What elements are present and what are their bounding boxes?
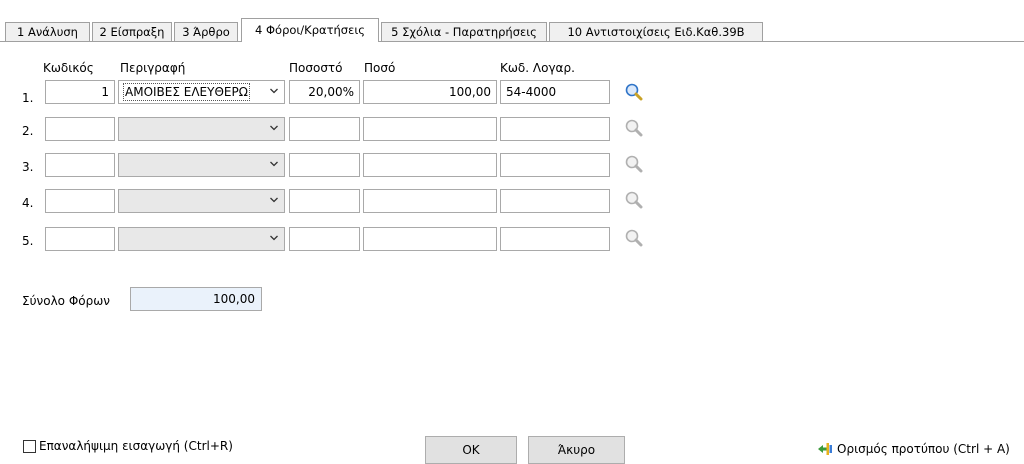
column-header-amount: Ποσό [364,61,396,75]
chevron-down-icon [270,125,278,131]
chevron-down-icon [270,88,278,94]
tab-bar: 1 Ανάλυση 2 Είσπραξη 3 Άρθρο 4 Φόροι/Κρα… [0,0,1024,42]
define-template-label: Ορισμός προτύπου (Ctrl + A) [837,442,1010,456]
column-header-code: Κωδικός [43,61,94,75]
chevron-down-icon [270,235,278,241]
amount-input[interactable] [363,117,497,141]
tab-divider [0,41,1024,42]
row-number: 3. [22,160,34,174]
tab-mappings[interactable]: 10 Αντιστοιχίσεις Ειδ.Καθ.39Β [549,22,763,41]
row-number: 4. [22,196,34,210]
checkbox-box[interactable] [23,440,36,453]
code-input[interactable] [45,227,115,251]
description-select[interactable] [118,117,285,141]
account-input[interactable] [500,227,610,251]
column-header-description: Περιγραφή [120,61,186,75]
magnifier-icon[interactable] [624,118,644,138]
total-taxes-label: Σύνολο Φόρων [22,294,110,308]
description-select[interactable] [118,189,285,213]
code-input[interactable] [45,153,115,177]
row-number: 2. [22,124,34,138]
tab-receipt[interactable]: 2 Είσπραξη [92,22,172,41]
magnifier-icon[interactable] [624,82,644,102]
description-select[interactable] [118,153,285,177]
repeat-entry-label: Επαναλήψιμη εισαγωγή (Ctrl+R) [39,439,233,453]
column-header-percent: Ποσοστό [289,61,343,75]
amount-input[interactable]: 100,00 [363,80,497,104]
magnifier-icon[interactable] [624,190,644,210]
row-number: 1. [22,91,34,105]
percent-input[interactable] [289,227,360,251]
description-value: ΑΜΟΙΒΕΣ ΕΛΕΥΘΕΡΩ [123,83,250,101]
tab-taxes[interactable]: 4 Φόροι/Κρατήσεις [241,18,379,42]
tab-comments[interactable]: 5 Σχόλια - Παρατηρήσεις [381,22,547,41]
percent-input[interactable]: 20,00% [289,80,360,104]
percent-input[interactable] [289,153,360,177]
ok-button[interactable]: OK [425,436,517,464]
code-input[interactable] [45,189,115,213]
chevron-down-icon [270,197,278,203]
account-input[interactable]: 54-4000 [500,80,610,104]
row-number: 5. [22,234,34,248]
account-input[interactable] [500,189,610,213]
code-input[interactable] [45,117,115,141]
account-input[interactable] [500,117,610,141]
column-header-account: Κωδ. Λογαρ. [500,61,575,75]
amount-input[interactable] [363,153,497,177]
amount-input[interactable] [363,189,497,213]
magnifier-icon[interactable] [624,154,644,174]
tab-analysis[interactable]: 1 Ανάλυση [5,22,90,41]
template-icon [818,443,832,455]
magnifier-icon[interactable] [624,228,644,248]
tab-article[interactable]: 3 Άρθρο [174,22,238,41]
percent-input[interactable] [289,117,360,141]
description-select[interactable] [118,227,285,251]
code-input[interactable]: 1 [45,80,115,104]
description-select[interactable]: ΑΜΟΙΒΕΣ ΕΛΕΥΘΕΡΩ [118,80,285,104]
cancel-button[interactable]: Άκυρο [528,436,625,464]
total-taxes-value: 100,00 [130,287,262,311]
amount-input[interactable] [363,227,497,251]
account-input[interactable] [500,153,610,177]
percent-input[interactable] [289,189,360,213]
chevron-down-icon [270,161,278,167]
